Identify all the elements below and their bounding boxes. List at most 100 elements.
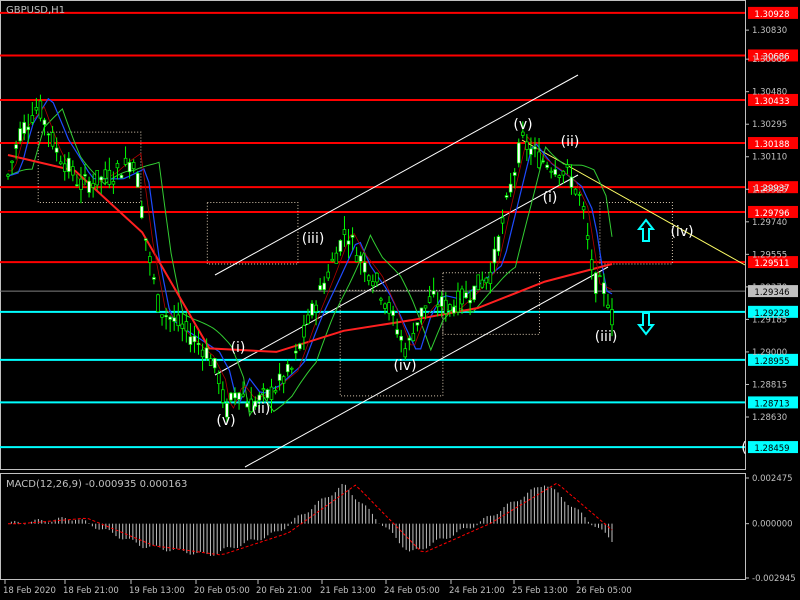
price-tick-label: 1.28815 [752, 380, 787, 390]
candle-body [460, 288, 464, 305]
time-tick-label: 20 Feb 05:00 [194, 586, 250, 596]
candle-body [42, 119, 47, 125]
price-tick-label: 1.30110 [752, 153, 787, 163]
candle-body [192, 335, 197, 343]
elliott-wave-label: (i) [543, 190, 558, 206]
price-tick-label: 1.29000 [752, 348, 787, 358]
candle-body [431, 290, 436, 295]
candle-body [135, 172, 140, 188]
price-tick-label: 1.29740 [752, 218, 787, 228]
candle-body [500, 217, 505, 224]
candle-body [484, 277, 489, 284]
candle-body [533, 146, 537, 150]
candle-body [241, 393, 245, 397]
candle-body [281, 376, 286, 384]
level-price-label: 1.28713 [754, 399, 789, 409]
level-price-label: 1.29511 [754, 259, 789, 269]
candle-body [75, 184, 79, 187]
candle-body [229, 392, 233, 401]
candle-body [354, 255, 359, 262]
candle-body [541, 160, 545, 163]
elliott-wave-label: ( [741, 440, 746, 456]
candle-body [464, 292, 468, 299]
candle-body [367, 275, 371, 282]
level-price-label: 1.30188 [754, 140, 789, 150]
candle-body [164, 315, 168, 318]
candle-body [468, 299, 472, 304]
current-price-label: 1.29346 [754, 288, 789, 298]
candle-body [407, 337, 412, 341]
candle-body [557, 175, 562, 178]
candle-body [204, 347, 209, 359]
candle-body [427, 296, 432, 303]
candle-body [549, 170, 553, 173]
candle-body [334, 252, 339, 264]
candle-body [212, 358, 217, 369]
macd-tick-label: 0.000000 [752, 520, 793, 530]
candle-body [472, 285, 476, 301]
level-price-label: 1.28955 [754, 357, 789, 367]
candle-body [103, 169, 108, 179]
candle-body [435, 304, 440, 308]
candle-body [439, 296, 444, 307]
candle-body [480, 279, 485, 288]
candle-body [581, 206, 586, 211]
candle-body [265, 389, 270, 399]
candle-body [99, 176, 103, 181]
time-tick-label: 19 Feb 13:00 [129, 586, 185, 596]
candle-body [107, 169, 112, 185]
candle-body [444, 299, 448, 314]
price-tick-label: 1.29555 [752, 250, 787, 260]
candle-body [233, 392, 237, 399]
candle-body [196, 343, 201, 345]
elliott-wave-label: (iv) [393, 358, 416, 374]
level-price-label: 1.30928 [754, 10, 789, 20]
candle-body [87, 180, 91, 193]
candle-body [176, 314, 181, 327]
time-tick-label: 21 Feb 13:00 [320, 586, 376, 596]
candle-body [30, 115, 35, 123]
candle-body [277, 373, 282, 381]
candle-body [573, 188, 578, 195]
candle-body [419, 307, 424, 317]
candle-body [342, 229, 347, 235]
candle-body [395, 329, 399, 335]
candle-body [411, 332, 416, 342]
candle-body [585, 235, 590, 240]
candle-body [350, 234, 355, 238]
candle-body [172, 317, 176, 322]
candle-body [152, 277, 156, 280]
candle-body [589, 259, 594, 271]
candle-body [115, 163, 120, 169]
elliott-wave-label: (v) [216, 413, 235, 429]
candle-body [18, 128, 22, 142]
candle-body [504, 195, 509, 198]
trading-chart[interactable]: (v)(ii)(iii)(i)(iv)(v)(i)(ii)(iii)(iv)( … [0, 0, 800, 600]
time-tick-label: 24 Feb 21:00 [449, 586, 505, 596]
candle-body [26, 126, 31, 131]
candle-body [245, 402, 249, 408]
candle-body [326, 271, 331, 279]
candle-body [330, 258, 335, 262]
candle-body [46, 133, 51, 136]
price-tick-label: 1.30830 [752, 26, 787, 36]
candle-body [273, 390, 278, 393]
candle-body [58, 161, 63, 165]
candle-body [610, 309, 614, 326]
candle-body [127, 162, 132, 173]
candle-body [362, 262, 367, 273]
price-tick-label: 1.30665 [752, 55, 787, 65]
candle-body [476, 274, 480, 291]
candle-body [160, 314, 164, 318]
candle-body [119, 174, 124, 179]
candle-body [456, 290, 460, 313]
candle-body [50, 132, 55, 147]
candle-body [91, 183, 95, 188]
elliott-wave-label: (iii) [595, 329, 618, 345]
candle-body [529, 148, 533, 155]
candle-body [379, 298, 383, 301]
candle-body [387, 302, 391, 314]
candle-body [208, 358, 213, 366]
candle-body [285, 363, 290, 373]
candle-body [71, 166, 75, 176]
